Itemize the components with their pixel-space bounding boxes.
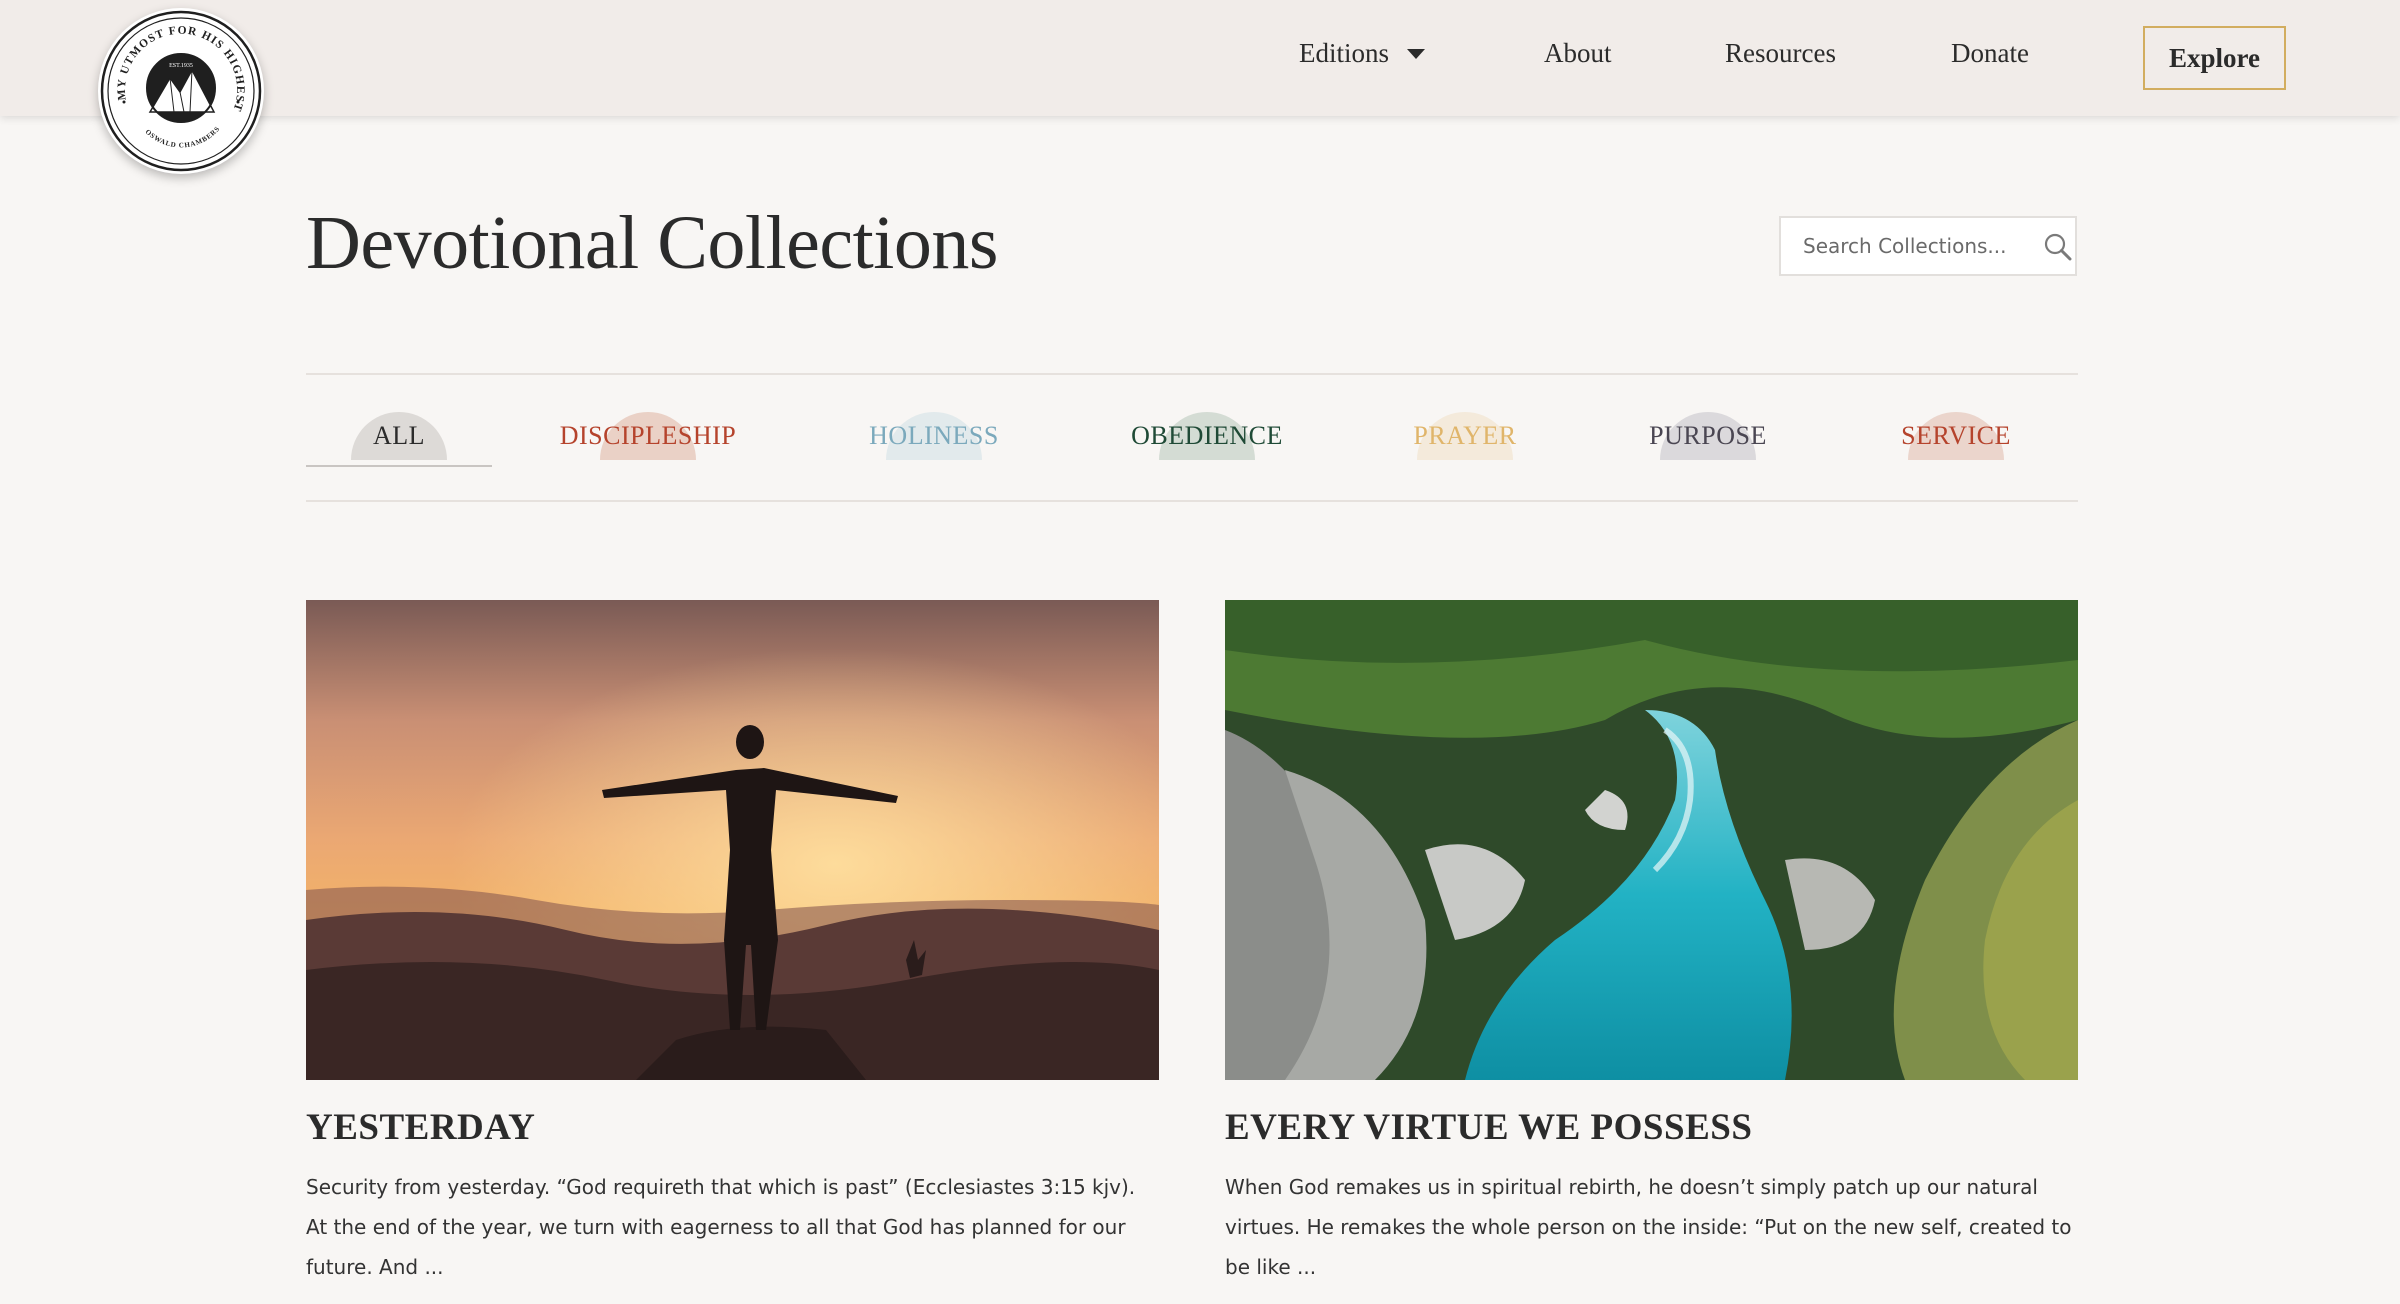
nav-donate-link[interactable]: Donate xyxy=(1951,38,2029,69)
chevron-down-icon xyxy=(1407,48,1426,59)
filter-tab-holiness[interactable]: HOLINESS xyxy=(854,412,1014,460)
page-title: Devotional Collections xyxy=(306,201,998,285)
site-logo[interactable]: MY UTMOST FOR HIS HIGHEST OSWALD CHAMBER… xyxy=(98,8,264,174)
active-tab-indicator xyxy=(306,465,492,467)
search-input[interactable] xyxy=(1781,218,2031,274)
card-excerpt: When God remakes us in spiritual rebirth… xyxy=(1225,1175,2072,1279)
filter-tab-prayer[interactable]: PRAYER xyxy=(1400,412,1530,460)
filter-tab-label: ALL xyxy=(372,421,426,450)
card-title[interactable]: YESTERDAY xyxy=(306,1106,1159,1149)
card-image-turquoise-river-gorge[interactable] xyxy=(1225,600,2078,1080)
filter-divider-bottom xyxy=(306,500,2078,502)
nav-resources-link[interactable]: Resources xyxy=(1725,38,1836,69)
search-field xyxy=(1779,216,2077,276)
svg-text:EST.1935: EST.1935 xyxy=(169,63,193,69)
filter-divider-top xyxy=(306,373,2078,375)
card-excerpt: Security from yesterday. “God requireth … xyxy=(306,1175,1136,1279)
filter-tab-label: OBEDIENCE xyxy=(1131,421,1283,450)
filter-tab-discipleship[interactable]: DISCIPLESHIP xyxy=(548,412,748,460)
filter-tab-label: PURPOSE xyxy=(1649,421,1767,450)
filter-tab-service[interactable]: SERVICE xyxy=(1886,412,2026,460)
nav-about-link[interactable]: About xyxy=(1544,38,1612,69)
filter-tab-obedience[interactable]: OBEDIENCE xyxy=(1118,412,1296,460)
filter-tab-label: PRAYER xyxy=(1413,421,1517,450)
filter-tab-label: HOLINESS xyxy=(869,421,999,450)
explore-button[interactable]: Explore xyxy=(2143,26,2286,90)
collection-card: EVERY VIRTUE WE POSSESS When God remakes… xyxy=(1225,600,2078,1287)
site-header: Editions About Resources Donate Explore xyxy=(0,0,2400,116)
filter-tab-label: DISCIPLESHIP xyxy=(559,421,737,450)
nav-editions-label: Editions xyxy=(1299,38,1390,68)
nav-editions-dropdown[interactable]: Editions xyxy=(1299,38,1426,69)
mountain-emblem-icon: MY UTMOST FOR HIS HIGHEST OSWALD CHAMBER… xyxy=(100,10,262,172)
card-title[interactable]: EVERY VIRTUE WE POSSESS xyxy=(1225,1106,2078,1149)
search-icon[interactable] xyxy=(2043,232,2073,262)
collection-card: YESTERDAY Security from yesterday. “God … xyxy=(306,600,1159,1287)
filter-tab-all[interactable]: ALL xyxy=(306,412,492,460)
filter-tab-label: SERVICE xyxy=(1901,421,2011,450)
card-image-man-silhouette-sunset[interactable] xyxy=(306,600,1159,1080)
filter-tab-purpose[interactable]: PURPOSE xyxy=(1638,412,1778,460)
